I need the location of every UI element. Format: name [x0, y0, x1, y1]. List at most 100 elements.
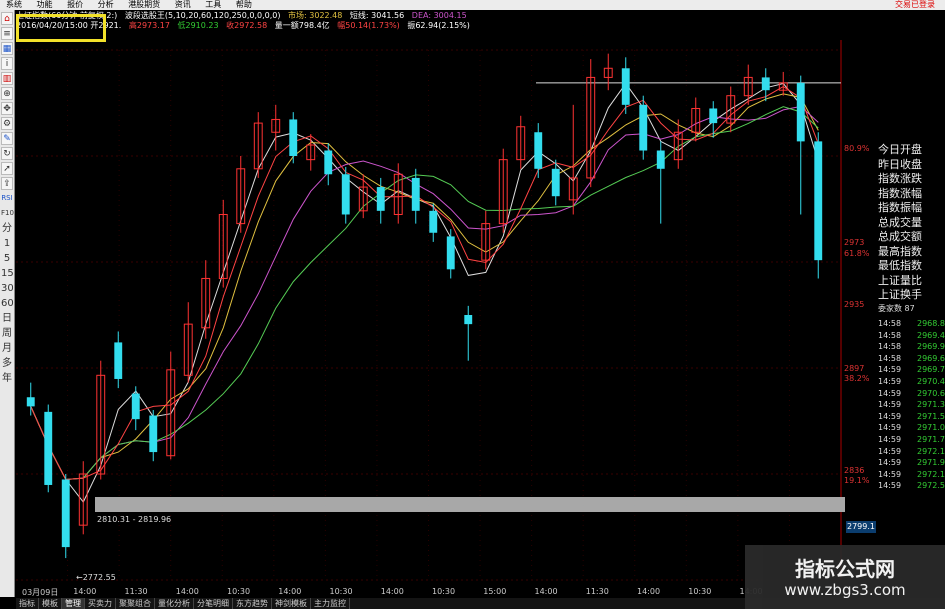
- pan-icon[interactable]: ✥: [1, 102, 13, 115]
- bottom-tab[interactable]: 主力监控: [311, 598, 350, 609]
- range-band: [95, 497, 845, 512]
- time-tick: 14:00: [73, 587, 97, 596]
- ohlc-change: 幅50.14(1.73%): [337, 21, 400, 30]
- tick-row: 14:59 2971.9: [878, 457, 945, 469]
- stat-open: 今日开盘: [878, 143, 922, 156]
- bottom-tab[interactable]: 模板: [39, 598, 62, 609]
- tick-value: 2972.1: [917, 446, 945, 456]
- period-5[interactable]: 5: [1, 252, 13, 265]
- period-15[interactable]: 15: [1, 267, 14, 280]
- stat-change-pct: 指数涨幅: [878, 186, 922, 200]
- stat-change: 指数涨跌: [878, 172, 922, 185]
- tick-row: 14:59 2972.1: [878, 446, 945, 458]
- period-week[interactable]: 周: [1, 327, 13, 340]
- bottom-tab[interactable]: 神剑模板: [272, 598, 311, 609]
- candle-body: [464, 315, 473, 325]
- info-icon[interactable]: i: [1, 57, 13, 70]
- list-icon[interactable]: ≡: [1, 27, 13, 40]
- period-30[interactable]: 30: [1, 282, 14, 295]
- menu-news[interactable]: 资讯: [169, 0, 197, 10]
- zoom-icon[interactable]: ⊕: [1, 87, 13, 100]
- tick-time: 14:58: [878, 342, 902, 352]
- menu-help[interactable]: 帮助: [230, 0, 258, 10]
- candle-body: [429, 210, 438, 233]
- ma-line: [30, 93, 819, 481]
- moving-averages: [30, 82, 819, 503]
- bottom-tab[interactable]: 买卖力: [85, 598, 116, 609]
- bottom-tab[interactable]: 量化分析: [155, 598, 194, 609]
- menu-tools[interactable]: 工具: [199, 0, 227, 10]
- candle-body: [639, 104, 648, 151]
- time-tick: 11:30: [585, 587, 609, 596]
- price-label: 38.2%: [844, 374, 870, 383]
- menu-bar: 系统 功能 报价 分析 港股期货 资讯 工具 帮助 交易已登录: [0, 0, 945, 10]
- tick-row: 14:58 2969.4: [878, 330, 945, 342]
- draw-icon[interactable]: ✎: [1, 132, 13, 145]
- cursor-icon[interactable]: ➚: [1, 162, 13, 175]
- indicator-name: 波段选股王(5,10,20,60,120,250,0,0,0,0): [124, 11, 281, 20]
- period-year[interactable]: 年: [1, 372, 13, 385]
- period-min[interactable]: 分: [1, 222, 13, 235]
- candle-body: [114, 342, 123, 379]
- bottom-tab[interactable]: 指标: [16, 598, 39, 609]
- price-label: 2897: [844, 364, 865, 373]
- time-tick: 03月09日: [22, 588, 59, 597]
- tick-row: 14:58 2969.9: [878, 341, 945, 353]
- time-tick: 14:00: [534, 587, 558, 596]
- menu-system[interactable]: 系统: [0, 0, 28, 10]
- period-60[interactable]: 60: [1, 297, 14, 310]
- refresh-icon[interactable]: ↻: [1, 147, 13, 160]
- ma-line: [30, 105, 819, 481]
- tick-time: 14:59: [878, 446, 902, 456]
- time-tick: 10:30: [432, 587, 456, 596]
- menu-quote[interactable]: 报价: [61, 0, 89, 10]
- tool-rsi[interactable]: RSI: [1, 192, 13, 205]
- tick-row: 14:59 2969.7: [878, 364, 945, 376]
- time-tick: 10:30: [227, 587, 251, 596]
- login-status[interactable]: 交易已登录: [889, 0, 941, 10]
- ma-line: [30, 106, 819, 481]
- tick-time: 14:59: [878, 458, 902, 468]
- tool-f10[interactable]: F10: [1, 207, 14, 220]
- tick-value: 2971.3: [917, 400, 945, 410]
- grid-icon[interactable]: ▦: [1, 42, 13, 55]
- bottom-tab[interactable]: 分笔明细: [194, 598, 233, 609]
- candle-body: [131, 393, 140, 420]
- candle-body: [709, 108, 718, 124]
- menu-function[interactable]: 功能: [31, 0, 59, 10]
- tick-time: 14:58: [878, 353, 902, 363]
- price-label: 2973: [844, 238, 865, 247]
- tick-time: 14:59: [878, 469, 902, 479]
- candle-body: [551, 168, 560, 197]
- export-icon[interactable]: ⇪: [1, 177, 13, 190]
- chart-icon[interactable]: ▥: [1, 72, 13, 85]
- tick-value: 2971.5: [917, 411, 945, 421]
- candle-body: [621, 68, 630, 105]
- bottom-tab[interactable]: 东方趋势: [233, 598, 272, 609]
- bottom-tab[interactable]: 聚聚组合: [116, 598, 155, 609]
- tick-time: 14:59: [878, 388, 902, 398]
- watermark: 指标公式网 www.zbgs3.com: [745, 545, 945, 609]
- menu-analysis[interactable]: 分析: [92, 0, 120, 10]
- bottom-tab[interactable]: 管理: [62, 598, 85, 609]
- price-label: 19.1%: [844, 476, 870, 485]
- period-day[interactable]: 日: [1, 312, 13, 325]
- settings-icon[interactable]: ⚙: [1, 117, 13, 130]
- tick-time: 14:59: [878, 365, 902, 375]
- indicator-dea: DEA: 3004.15: [411, 11, 467, 20]
- period-month[interactable]: 月: [1, 342, 13, 355]
- stat-volume: 总成交量: [878, 215, 922, 229]
- tick-row: 14:59 2972.5: [878, 480, 945, 492]
- menu-hk-futures[interactable]: 港股期货: [122, 0, 166, 10]
- indicator-market: 市场: 3022.48: [288, 11, 343, 20]
- tick-header: 委家数 87: [878, 304, 915, 313]
- period-multi[interactable]: 多: [1, 357, 13, 370]
- home-icon[interactable]: ⌂: [1, 12, 13, 25]
- tick-row: 14:58 2969.6: [878, 353, 945, 365]
- tick-row: 14:59 2971.0: [878, 422, 945, 434]
- candle-body: [534, 132, 543, 169]
- period-1[interactable]: 1: [1, 237, 13, 250]
- tick-time: 14:58: [878, 330, 902, 340]
- time-tick: 10:30: [329, 587, 353, 596]
- candle-body: [446, 236, 455, 270]
